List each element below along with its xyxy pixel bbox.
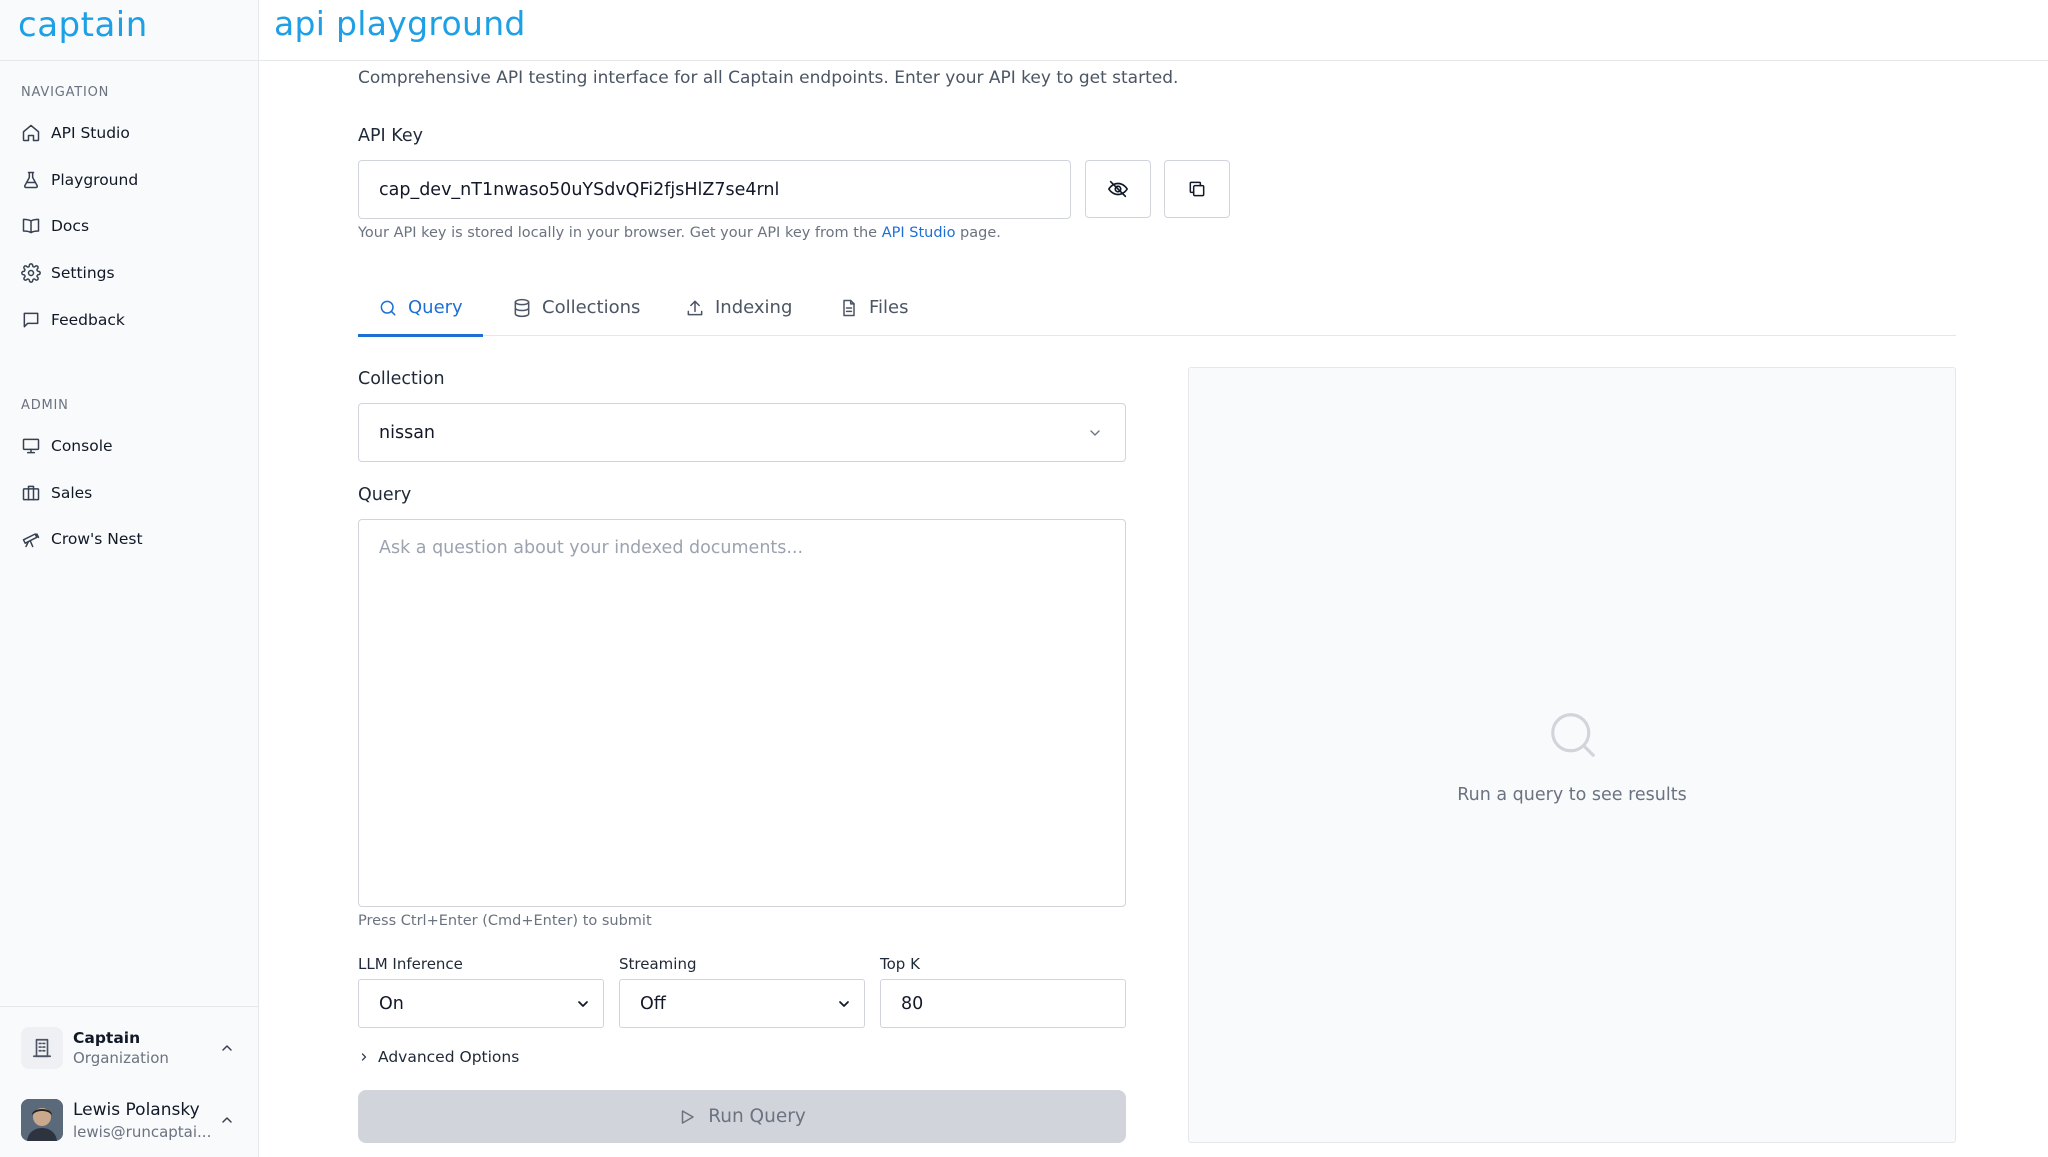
sidebar-item-console[interactable]: Console: [21, 431, 113, 461]
message-icon: [23, 312, 39, 328]
chevron-down-icon: [1090, 430, 1100, 436]
toggle-visibility-button[interactable]: [1085, 160, 1151, 218]
sidebar-item-api-studio[interactable]: API Studio: [21, 118, 130, 148]
top-k-label: Top K: [880, 955, 920, 973]
sidebar-item-label: Playground: [51, 171, 139, 189]
tab-indexing[interactable]: Indexing: [685, 280, 792, 335]
play-icon: [681, 1109, 694, 1124]
chevron-up-icon[interactable]: [219, 1112, 235, 1128]
tab-label: Files: [869, 297, 909, 318]
sidebar-item-feedback[interactable]: Feedback: [21, 305, 125, 335]
chevron-up-icon[interactable]: [219, 1040, 235, 1056]
org-switcher: Captain Organization Lewis Polansky lewi…: [0, 1006, 259, 1157]
tab-files[interactable]: Files: [839, 280, 909, 335]
tab-bar: Query Collections Indexing Files: [358, 280, 1956, 337]
run-query-button[interactable]: Run Query: [358, 1090, 1126, 1143]
results-panel: Run a query to see results: [1188, 367, 1956, 1143]
user-name[interactable]: Lewis Polansky: [73, 1100, 200, 1120]
api-studio-link[interactable]: API Studio: [882, 225, 956, 241]
org-subtitle: Organization: [73, 1049, 169, 1067]
page-title: api playground: [274, 4, 526, 43]
intro-text: Comprehensive API testing interface for …: [358, 68, 1179, 88]
collection-select[interactable]: nissan: [358, 403, 1126, 462]
upload-icon: [687, 300, 703, 315]
copy-icon: [1189, 181, 1205, 197]
copy-button[interactable]: [1164, 160, 1230, 218]
tab-label: Indexing: [715, 297, 793, 318]
avatar[interactable]: [21, 1099, 63, 1141]
sidebar-item-label: Crow's Nest: [51, 530, 143, 548]
api-key-label: API Key: [358, 126, 423, 146]
sidebar-item-label: Sales: [51, 484, 93, 502]
sidebar-item-label: Feedback: [51, 311, 125, 329]
nav-section-label: NAVIGATION: [21, 85, 110, 100]
sidebar-item-docs[interactable]: Docs: [21, 211, 89, 241]
tab-collections[interactable]: Collections: [512, 280, 640, 335]
advanced-options-label: Advanced Options: [378, 1048, 520, 1066]
sidebar-item-label: Settings: [51, 264, 115, 282]
sidebar-item-label: Docs: [51, 217, 90, 235]
briefcase-icon: [22, 485, 40, 501]
chevron-down-icon: [578, 1001, 588, 1007]
collection-value: nissan: [379, 422, 436, 443]
flask-icon: [23, 171, 39, 189]
run-query-label: Run Query: [708, 1106, 806, 1127]
sidebar-item-playground[interactable]: Playground: [21, 165, 138, 195]
query-label: Query: [358, 485, 412, 505]
api-key-hint: Your API key is stored locally in your b…: [358, 225, 1001, 241]
home-icon: [22, 124, 40, 142]
tab-query[interactable]: Query: [358, 280, 483, 337]
brand-logo[interactable]: captain: [0, 0, 258, 61]
sidebar-item-label: Console: [51, 437, 113, 455]
tab-label: Collections: [542, 297, 641, 318]
submit-hint: Press Ctrl+Enter (Cmd+Enter) to submit: [358, 913, 652, 929]
sidebar-item-sales[interactable]: Sales: [21, 478, 92, 508]
streaming-select[interactable]: Off: [619, 979, 865, 1028]
building-icon: [21, 1027, 63, 1069]
database-icon: [514, 298, 530, 317]
user-email: lewis@runcaptai...: [73, 1123, 212, 1141]
api-key-value: cap_dev_nT1nwaso50uYSdvQFi2fjsHlZ7se4rnl: [379, 179, 780, 200]
brand-name: captain: [18, 5, 148, 45]
org-name[interactable]: Captain: [73, 1029, 140, 1047]
file-icon: [843, 299, 855, 316]
monitor-icon: [22, 438, 40, 454]
gear-icon: [21, 263, 41, 283]
search-icon: [1551, 713, 1595, 757]
api-key-input[interactable]: cap_dev_nT1nwaso50uYSdvQFi2fjsHlZ7se4rnl: [358, 160, 1071, 219]
top-k-value: 80: [901, 993, 924, 1014]
query-placeholder: Ask a question about your indexed docume…: [379, 538, 804, 558]
search-icon: [380, 300, 396, 315]
chevron-down-icon: [839, 1001, 849, 1007]
admin-section-label: ADMIN: [21, 398, 69, 413]
sidebar-item-label: API Studio: [51, 124, 130, 142]
tab-label: Query: [408, 297, 463, 318]
streaming-label: Streaming: [619, 955, 697, 973]
eye-off-icon: [1108, 180, 1128, 198]
top-k-input[interactable]: 80: [880, 979, 1126, 1028]
collection-label: Collection: [358, 369, 445, 389]
hint-text-end: page.: [955, 225, 1001, 241]
llm-inference-select[interactable]: On: [358, 979, 604, 1028]
query-textarea[interactable]: Ask a question about your indexed docume…: [358, 519, 1126, 907]
results-empty-text: Run a query to see results: [1457, 785, 1687, 805]
sidebar: captain NAVIGATION API Studio Playground…: [0, 0, 259, 1157]
book-icon: [22, 218, 40, 234]
telescope-icon: [22, 533, 40, 548]
sidebar-item-crows-nest[interactable]: Crow's Nest: [21, 524, 143, 554]
hint-text: Your API key is stored locally in your b…: [358, 225, 882, 241]
sidebar-item-settings[interactable]: Settings: [21, 258, 115, 288]
page-header: api playground: [259, 0, 2048, 61]
streaming-value: Off: [640, 993, 666, 1014]
chevron-right-icon: [361, 1053, 367, 1061]
advanced-options-toggle[interactable]: Advanced Options: [358, 1048, 519, 1066]
llm-inference-value: On: [379, 993, 404, 1014]
llm-inference-label: LLM Inference: [358, 955, 463, 973]
